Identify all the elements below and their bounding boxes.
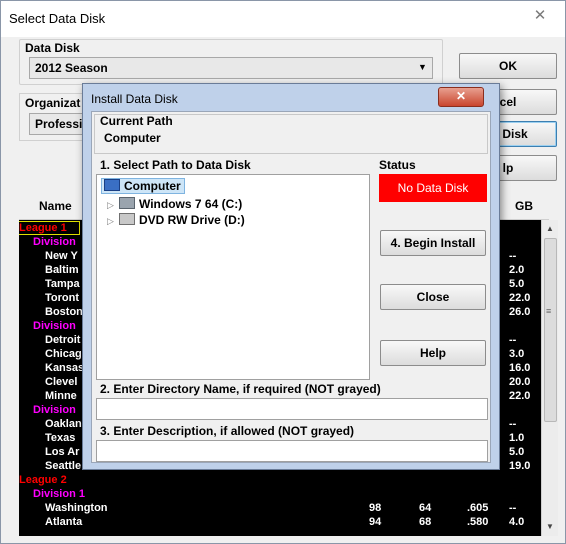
team-name: Atlanta <box>45 516 83 528</box>
data-disk-select[interactable]: 2012 Season ▼ <box>29 57 433 79</box>
team-name: Tampa <box>45 278 80 290</box>
col-name[interactable]: Name <box>39 199 72 213</box>
team-name: Los Ar <box>45 446 80 458</box>
directory-name-input[interactable] <box>96 398 488 420</box>
tree-item-label: Computer <box>124 179 181 193</box>
tree-item-label: DVD RW Drive (D:) <box>139 213 245 227</box>
expand-icon[interactable]: ▷ <box>107 200 114 211</box>
division-name: Division <box>33 320 76 332</box>
description-label: 3. Enter Description, if allowed (NOT gr… <box>100 424 355 438</box>
cell-pct: .605 <box>467 502 489 514</box>
cell-gb: 1.0 <box>509 432 525 444</box>
cell-gb: 22.0 <box>509 390 531 402</box>
cell-gb: 4.0 <box>509 516 525 528</box>
cell-gb: 19.0 <box>509 460 531 472</box>
install-data-disk-dialog: Install Data Disk ✕ Current Path Compute… <box>82 83 500 470</box>
title-bar: Select Data Disk ✕ <box>1 1 565 37</box>
help-button[interactable]: Help <box>380 340 486 366</box>
team-name: Oaklan <box>45 418 82 430</box>
tree-item-label: Windows 7 64 (C:) <box>139 197 243 211</box>
select-path-label: 1. Select Path to Data Disk <box>100 158 251 172</box>
hard-drive-icon <box>119 197 135 209</box>
status-value: No Data Disk <box>379 174 487 202</box>
cell-gb: -- <box>509 418 517 430</box>
cell-gb: 5.0 <box>509 278 525 290</box>
cell-gb: -- <box>509 502 517 514</box>
team-name: Seattle <box>45 460 82 472</box>
league-row[interactable]: League 1 <box>19 221 80 235</box>
table-row[interactable]: Washington 98 64 .605 -- <box>19 502 541 514</box>
cell-gb: 16.0 <box>509 362 531 374</box>
cell-gb: 22.0 <box>509 292 531 304</box>
team-name: Minne <box>45 390 77 402</box>
dvd-drive-icon <box>119 213 135 225</box>
scroll-down-icon[interactable]: ▼ <box>546 522 554 531</box>
team-name: Baltim <box>45 264 79 276</box>
team-name: Detroit <box>45 334 81 346</box>
division-name: Division <box>33 236 76 248</box>
organization-value: Professi <box>35 117 83 131</box>
dialog-title: Select Data Disk <box>9 11 106 26</box>
data-disk-value: 2012 Season <box>35 61 108 75</box>
cell-gb: 26.0 <box>509 306 531 318</box>
division-name: Division <box>33 404 76 416</box>
division-row[interactable]: Division 1 <box>19 488 541 500</box>
cell-gb: -- <box>509 334 517 346</box>
cell-gb: 3.0 <box>509 348 525 360</box>
team-name: Kansas <box>45 362 85 374</box>
dialog-title: Install Data Disk <box>91 92 178 106</box>
cell-gb: -- <box>509 250 517 262</box>
cell-gb: 20.0 <box>509 376 531 388</box>
begin-install-button[interactable]: 4. Begin Install <box>380 230 486 256</box>
status-label: Status <box>379 158 416 172</box>
league-name: League 2 <box>19 474 67 486</box>
team-name: Boston <box>45 306 83 318</box>
division-name: Division 1 <box>33 488 85 500</box>
dialog-client: Current Path Computer 1. Select Path to … <box>91 111 491 463</box>
description-input[interactable] <box>96 440 488 462</box>
path-tree[interactable]: Computer ▷ Windows 7 64 (C:) ▷ DVD RW Dr… <box>96 174 370 380</box>
team-name: Texas <box>45 432 76 444</box>
scroll-thumb[interactable] <box>544 238 557 422</box>
expand-icon[interactable]: ▷ <box>107 216 114 227</box>
table-row[interactable]: Atlanta 94 68 .580 4.0 <box>19 516 541 528</box>
cell-pct: .580 <box>467 516 489 528</box>
cell-w: 98 <box>369 502 382 514</box>
team-name: Chicag <box>45 348 82 360</box>
current-path-label: Current Path <box>100 114 173 128</box>
team-name: New Y <box>45 250 78 262</box>
directory-name-label: 2. Enter Directory Name, if required (NO… <box>100 382 381 396</box>
organization-label: Organizat <box>25 96 81 110</box>
team-name: Washington <box>45 502 108 514</box>
tree-item-computer[interactable]: Computer <box>101 178 185 194</box>
col-gb[interactable]: GB <box>515 199 533 213</box>
tree-item-drive-c[interactable]: Windows 7 64 (C:) <box>119 197 242 211</box>
close-button[interactable]: Close <box>380 284 486 310</box>
close-icon[interactable]: ✕ <box>529 7 551 25</box>
cell-l: 64 <box>419 502 432 514</box>
team-name: Toront <box>45 292 80 304</box>
chevron-down-icon: ▼ <box>418 62 427 72</box>
computer-icon <box>104 179 120 191</box>
vertical-scrollbar[interactable]: ▲ ≡ ▼ <box>541 220 558 536</box>
data-disk-label: Data Disk <box>25 41 80 55</box>
ok-button[interactable]: OK <box>459 53 557 79</box>
cell-gb: 5.0 <box>509 446 525 458</box>
grip-icon: ≡ <box>546 306 552 316</box>
team-name: Clevel <box>45 376 78 388</box>
current-path-value: Computer <box>104 131 161 145</box>
cell-gb: 2.0 <box>509 264 525 276</box>
league-name: League 1 <box>19 222 67 234</box>
close-icon[interactable]: ✕ <box>438 87 484 107</box>
tree-item-drive-d[interactable]: DVD RW Drive (D:) <box>119 213 245 227</box>
cell-w: 94 <box>369 516 382 528</box>
scroll-up-icon[interactable]: ▲ <box>546 224 554 233</box>
cell-l: 68 <box>419 516 432 528</box>
league-row[interactable]: League 2 <box>19 474 541 486</box>
